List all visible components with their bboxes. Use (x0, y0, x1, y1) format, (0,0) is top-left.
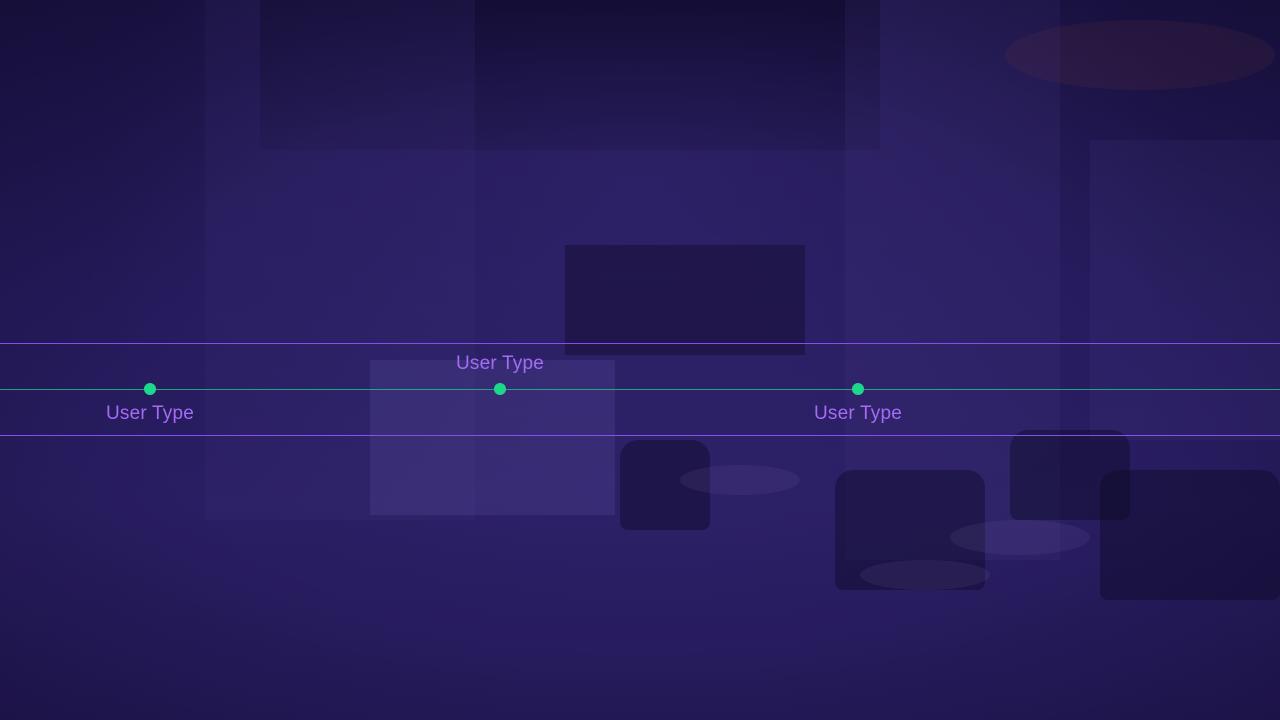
band-top-line (0, 343, 1280, 344)
timeline-label: User Type (105, 403, 195, 424)
timeline-label: User Type (455, 353, 545, 374)
timeline-label: User Type (813, 403, 903, 424)
band-bottom-line (0, 435, 1280, 436)
timeline-dot[interactable] (852, 383, 864, 395)
background-vignette (0, 0, 1280, 720)
slide-stage: User Type User Type User Type (0, 0, 1280, 720)
timeline-dot[interactable] (144, 383, 156, 395)
timeline-axis (0, 389, 1280, 390)
timeline-dot[interactable] (494, 383, 506, 395)
